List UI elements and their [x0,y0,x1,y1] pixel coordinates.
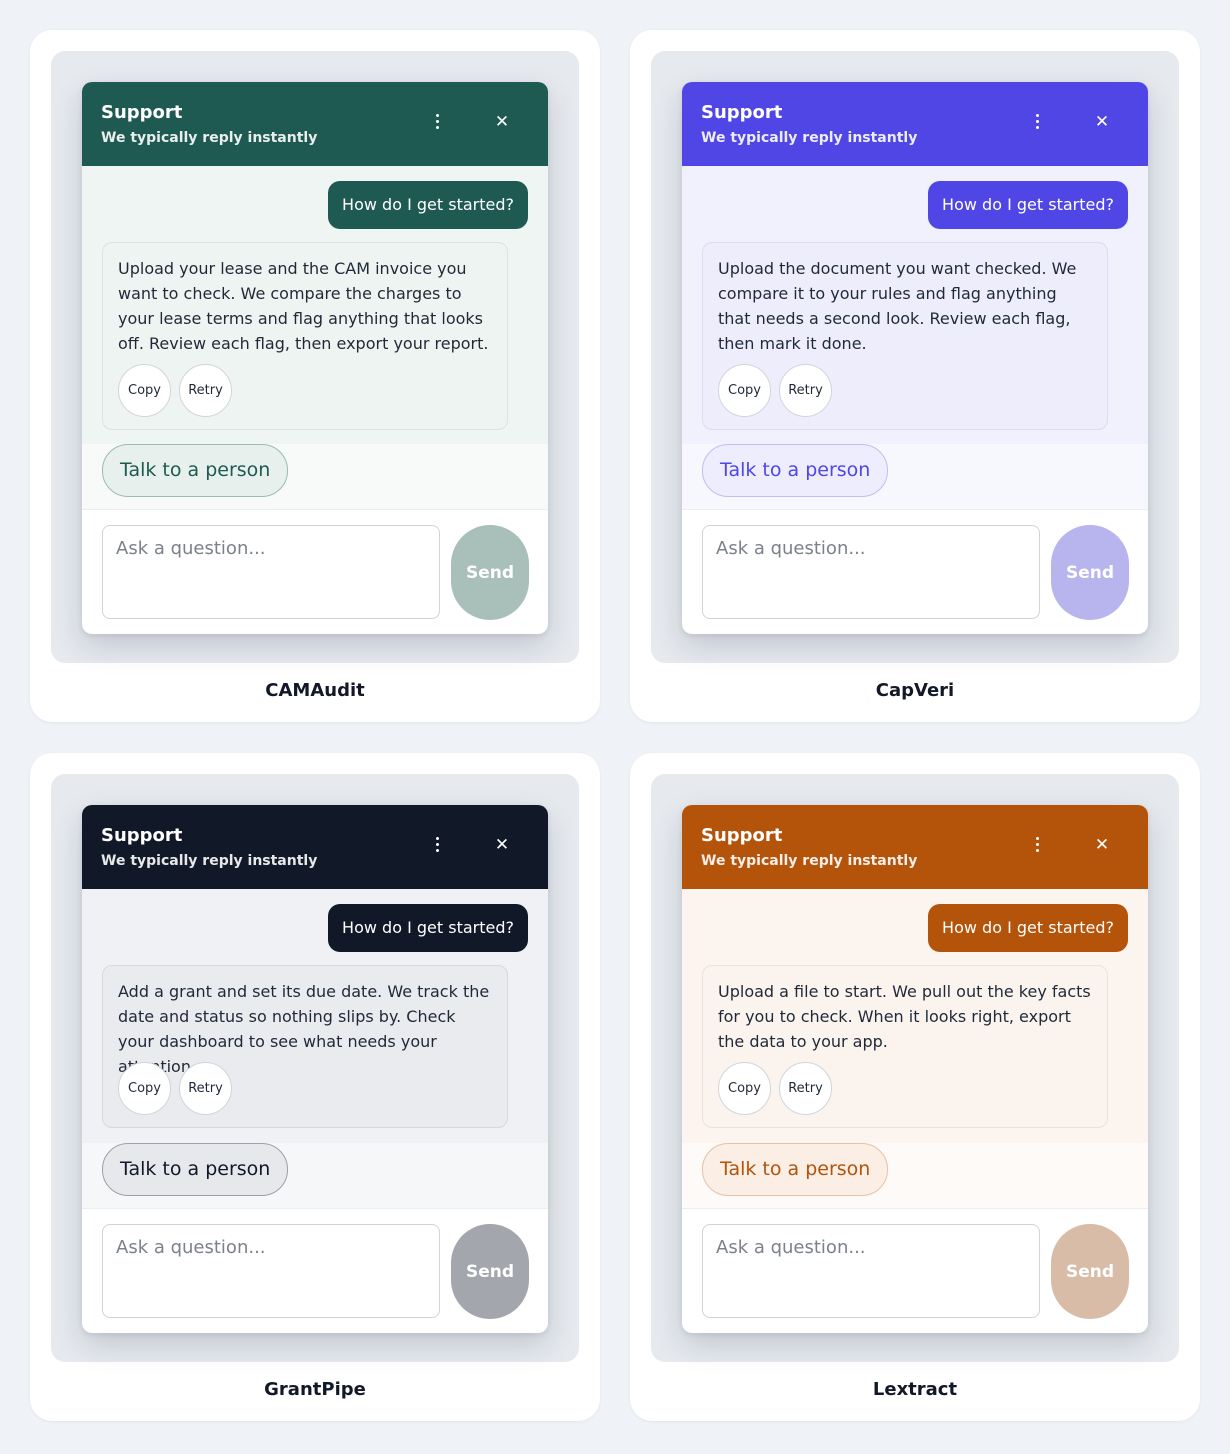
talk-to-person-button[interactable]: Talk to a person [102,1143,289,1196]
product-name: Lextract [872,1379,958,1400]
widget-card: Support We typically reply instantly ✕ H… [30,753,600,1421]
more-options-icon[interactable] [430,835,444,859]
close-icon[interactable]: ✕ [1091,832,1113,858]
message-list: How do I get started? Upload a file to s… [682,889,1148,1143]
handoff-bar: Talk to a person [82,1143,548,1208]
message-list: How do I get started? Upload the documen… [682,166,1148,444]
widget-card: Support We typically reply instantly ✕ H… [630,30,1200,722]
widget-preview-stage: Support We typically reply instantly ✕ H… [651,51,1179,663]
user-message: How do I get started? [328,181,528,229]
chat-header-title: Support [101,825,183,846]
bot-message-text: Upload your lease and the CAM invoice yo… [118,259,489,353]
message-actions: Copy Retry [118,1062,232,1115]
chat-widget: Support We typically reply instantly ✕ H… [82,82,548,634]
bot-message: Add a grant and set its due date. We tra… [102,965,508,1128]
retry-button[interactable]: Retry [179,364,232,417]
chat-widget: Support We typically reply instantly ✕ H… [682,805,1148,1333]
chat-header-title: Support [701,102,783,123]
user-message: How do I get started? [928,181,1128,229]
talk-to-person-button[interactable]: Talk to a person [702,1143,889,1196]
product-name: CAMAudit [265,680,365,701]
widget-preview-stage: Support We typically reply instantly ✕ H… [651,774,1179,1362]
talk-to-person-button[interactable]: Talk to a person [102,444,289,497]
retry-button[interactable]: Retry [179,1062,232,1115]
handoff-bar: Talk to a person [682,1143,1148,1208]
chat-header: Support We typically reply instantly ✕ [82,805,548,889]
composer: Ask a question... Send [682,509,1148,634]
widget-preview-stage: Support We typically reply instantly ✕ H… [51,51,579,663]
retry-button[interactable]: Retry [779,1062,832,1115]
chat-header-title: Support [101,102,183,123]
message-actions: Copy Retry [718,364,832,417]
composer: Ask a question... Send [82,509,548,634]
question-input[interactable]: Ask a question... [702,525,1040,619]
close-icon[interactable]: ✕ [491,832,513,858]
composer: Ask a question... Send [82,1208,548,1333]
send-button[interactable]: Send [451,525,529,620]
copy-button[interactable]: Copy [718,1062,771,1115]
bot-message-text: Upload the document you want checked. We… [718,259,1077,353]
more-options-icon[interactable] [1030,112,1044,136]
handoff-bar: Talk to a person [82,444,548,509]
copy-button[interactable]: Copy [118,1062,171,1115]
chat-header: Support We typically reply instantly ✕ [682,82,1148,166]
message-actions: Copy Retry [118,364,232,417]
talk-to-person-button[interactable]: Talk to a person [702,444,889,497]
send-button[interactable]: Send [451,1224,529,1319]
chat-header-subtitle: We typically reply instantly [101,130,318,146]
question-input[interactable]: Ask a question... [102,525,440,619]
more-options-icon[interactable] [1030,835,1044,859]
product-name: CapVeri [875,680,955,701]
chat-header-subtitle: We typically reply instantly [701,853,918,869]
message-list: How do I get started? Add a grant and se… [82,889,548,1143]
close-icon[interactable]: ✕ [491,109,513,135]
user-message: How do I get started? [928,904,1128,952]
chat-header-subtitle: We typically reply instantly [701,130,918,146]
chat-widget: Support We typically reply instantly ✕ H… [82,805,548,1333]
more-options-icon[interactable] [430,112,444,136]
chat-header: Support We typically reply instantly ✕ [682,805,1148,889]
copy-button[interactable]: Copy [118,364,171,417]
chat-header-subtitle: We typically reply instantly [101,853,318,869]
bot-message: Upload a file to start. We pull out the … [702,965,1108,1128]
handoff-bar: Talk to a person [682,444,1148,509]
bot-message: Upload the document you want checked. We… [702,242,1108,430]
user-message: How do I get started? [328,904,528,952]
composer: Ask a question... Send [682,1208,1148,1333]
send-button[interactable]: Send [1051,1224,1129,1319]
retry-button[interactable]: Retry [779,364,832,417]
copy-button[interactable]: Copy [718,364,771,417]
chat-header: Support We typically reply instantly ✕ [82,82,548,166]
close-icon[interactable]: ✕ [1091,109,1113,135]
question-input[interactable]: Ask a question... [102,1224,440,1318]
bot-message: Upload your lease and the CAM invoice yo… [102,242,508,430]
widget-card: Support We typically reply instantly ✕ H… [630,753,1200,1421]
chat-header-title: Support [701,825,783,846]
question-input[interactable]: Ask a question... [702,1224,1040,1318]
product-name: GrantPipe [264,1379,366,1400]
widget-card: Support We typically reply instantly ✕ H… [30,30,600,722]
message-list: How do I get started? Upload your lease … [82,166,548,444]
bot-message-text: Upload a file to start. We pull out the … [718,982,1091,1051]
send-button[interactable]: Send [1051,525,1129,620]
chat-widget: Support We typically reply instantly ✕ H… [682,82,1148,634]
widget-preview-stage: Support We typically reply instantly ✕ H… [51,774,579,1362]
message-actions: Copy Retry [718,1062,832,1115]
